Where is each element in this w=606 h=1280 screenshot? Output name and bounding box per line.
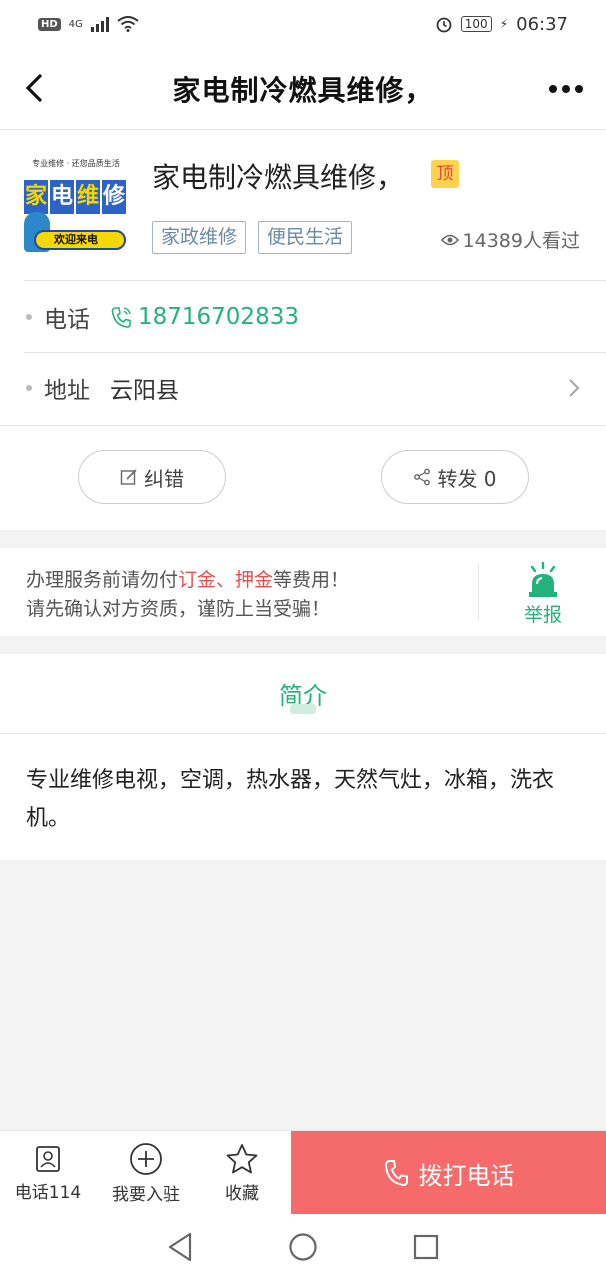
- category-tag[interactable]: 家政维修: [152, 221, 247, 254]
- thumbnail-banner: 欢迎来电: [34, 230, 126, 250]
- intro-tab[interactable]: 简介: [0, 654, 606, 734]
- correct-label: 纠错: [144, 466, 184, 491]
- share-button[interactable]: 转发 0: [381, 450, 529, 504]
- home-circle-icon[interactable]: [288, 1232, 318, 1262]
- thumbnail-char: 家: [24, 180, 48, 214]
- report-button[interactable]: 举报: [508, 562, 578, 628]
- report-label: 举报: [523, 604, 562, 626]
- divider: [24, 280, 606, 281]
- network-type: 4G: [68, 18, 83, 30]
- phone-icon: [111, 307, 131, 328]
- intro-section: 简介 专业维修电视，空调，热水器，天然气灶，冰箱，洗衣机。: [0, 654, 606, 860]
- view-count: 14389人看过: [440, 226, 580, 253]
- call-label: 拨打电话: [418, 1161, 515, 1190]
- address-label: 地址: [44, 378, 90, 404]
- tab-join[interactable]: 我要入驻: [98, 1131, 194, 1215]
- thumbnail-char: 修: [102, 180, 126, 214]
- star-icon: [226, 1143, 258, 1173]
- chevron-right-icon: [569, 379, 580, 397]
- listing-card: 专业维修 · 还您品质生活 家 电 维 修 欢迎来电 家电制冷燃具维修， 顶 家…: [0, 130, 606, 530]
- phone-number: 18716702833: [138, 304, 299, 330]
- thumbnail-caption: 专业维修 · 还您品质生活: [32, 159, 120, 168]
- intro-body: 专业维修电视，空调，热水器，天然气灶，冰箱，洗衣机。: [26, 768, 555, 831]
- chevron-left-icon: [25, 74, 42, 102]
- battery-icon: 100: [460, 16, 492, 32]
- bullet: [26, 314, 32, 320]
- fraud-warning: 办理服务前请勿付订金、押金等费用！ 请先确认对方资质，谨防上当受骗！ 举报: [0, 548, 606, 636]
- contact-card-icon: [36, 1145, 60, 1172]
- address-row[interactable]: 地址 云阳县: [0, 353, 606, 423]
- alarm-icon: [436, 17, 452, 33]
- plus-circle-icon: [130, 1142, 162, 1175]
- eye-icon: [440, 234, 459, 245]
- share-label: 转发 0: [437, 466, 497, 491]
- category-tag[interactable]: 便民生活: [258, 221, 353, 254]
- edit-icon: [120, 469, 137, 485]
- top-nav-bar: 家电制冷燃具维修，: [0, 48, 606, 130]
- call-button[interactable]: 拨打电话: [291, 1131, 606, 1215]
- recents-square-icon[interactable]: [413, 1234, 439, 1260]
- phone-link[interactable]: 18716702833: [110, 304, 299, 330]
- warning-text: 办理服务前请勿付订金、押金等费用！ 请先确认对方资质，谨防上当受骗！: [26, 566, 349, 624]
- hd-indicator: HD: [38, 17, 61, 31]
- more-dot-icon: [575, 85, 583, 93]
- phone-label: 电话: [44, 307, 90, 333]
- phone-icon: [384, 1160, 408, 1187]
- listing-title: 家电制冷燃具维修，: [152, 161, 405, 194]
- siren-icon: [529, 562, 557, 597]
- wifi-icon: [117, 16, 139, 32]
- thumbnail-char: 维: [76, 180, 100, 214]
- tab-indicator: [290, 704, 316, 714]
- divider: [0, 425, 606, 426]
- warning-line-1: 办理服务前请勿付订金、押金等费用！: [26, 566, 349, 595]
- share-icon: [414, 468, 431, 486]
- tab-phone-114[interactable]: 电话114: [0, 1131, 96, 1215]
- tab-favorite[interactable]: 收藏: [194, 1131, 290, 1215]
- tab-label: 电话114: [14, 1182, 82, 1203]
- listing-thumbnail[interactable]: 专业维修 · 还您品质生活 家 电 维 修 欢迎来电: [24, 152, 128, 256]
- page-title: 家电制冷燃具维修，: [172, 73, 434, 107]
- warning-suffix: 等费用！: [273, 569, 350, 591]
- tab-label: 我要入驻: [112, 1184, 180, 1205]
- signal-icon: [90, 16, 109, 32]
- thumbnail-char: 电: [50, 180, 74, 214]
- clock: 06:37: [516, 13, 568, 35]
- correct-button[interactable]: 纠错: [78, 450, 226, 504]
- system-nav-bar: [0, 1214, 606, 1280]
- top-badge: 顶: [431, 160, 459, 188]
- bullet: [26, 385, 32, 391]
- divider: [478, 564, 479, 620]
- more-dot-icon: [562, 85, 570, 93]
- back-button[interactable]: [14, 66, 54, 110]
- back-triangle-icon[interactable]: [167, 1232, 193, 1262]
- charging-icon: ⚡: [499, 17, 509, 31]
- warning-line-2: 请先确认对方资质，谨防上当受骗！: [26, 598, 331, 620]
- warning-prefix: 办理服务前请勿付: [26, 569, 179, 591]
- tab-label: 收藏: [225, 1183, 259, 1204]
- phone-row: 电话 18716702833: [0, 282, 606, 352]
- more-dot-icon: [549, 85, 557, 93]
- warning-highlight: 订金、押金: [178, 569, 274, 591]
- address-value: 云阳县: [110, 378, 179, 404]
- more-options-button[interactable]: [546, 72, 586, 106]
- status-bar: HD 4G 100 ⚡ 06:37: [0, 0, 606, 48]
- view-count-text: 14389人看过: [462, 230, 580, 252]
- bottom-action-bar: 电话114 我要入驻 收藏 拨打电话: [0, 1130, 606, 1215]
